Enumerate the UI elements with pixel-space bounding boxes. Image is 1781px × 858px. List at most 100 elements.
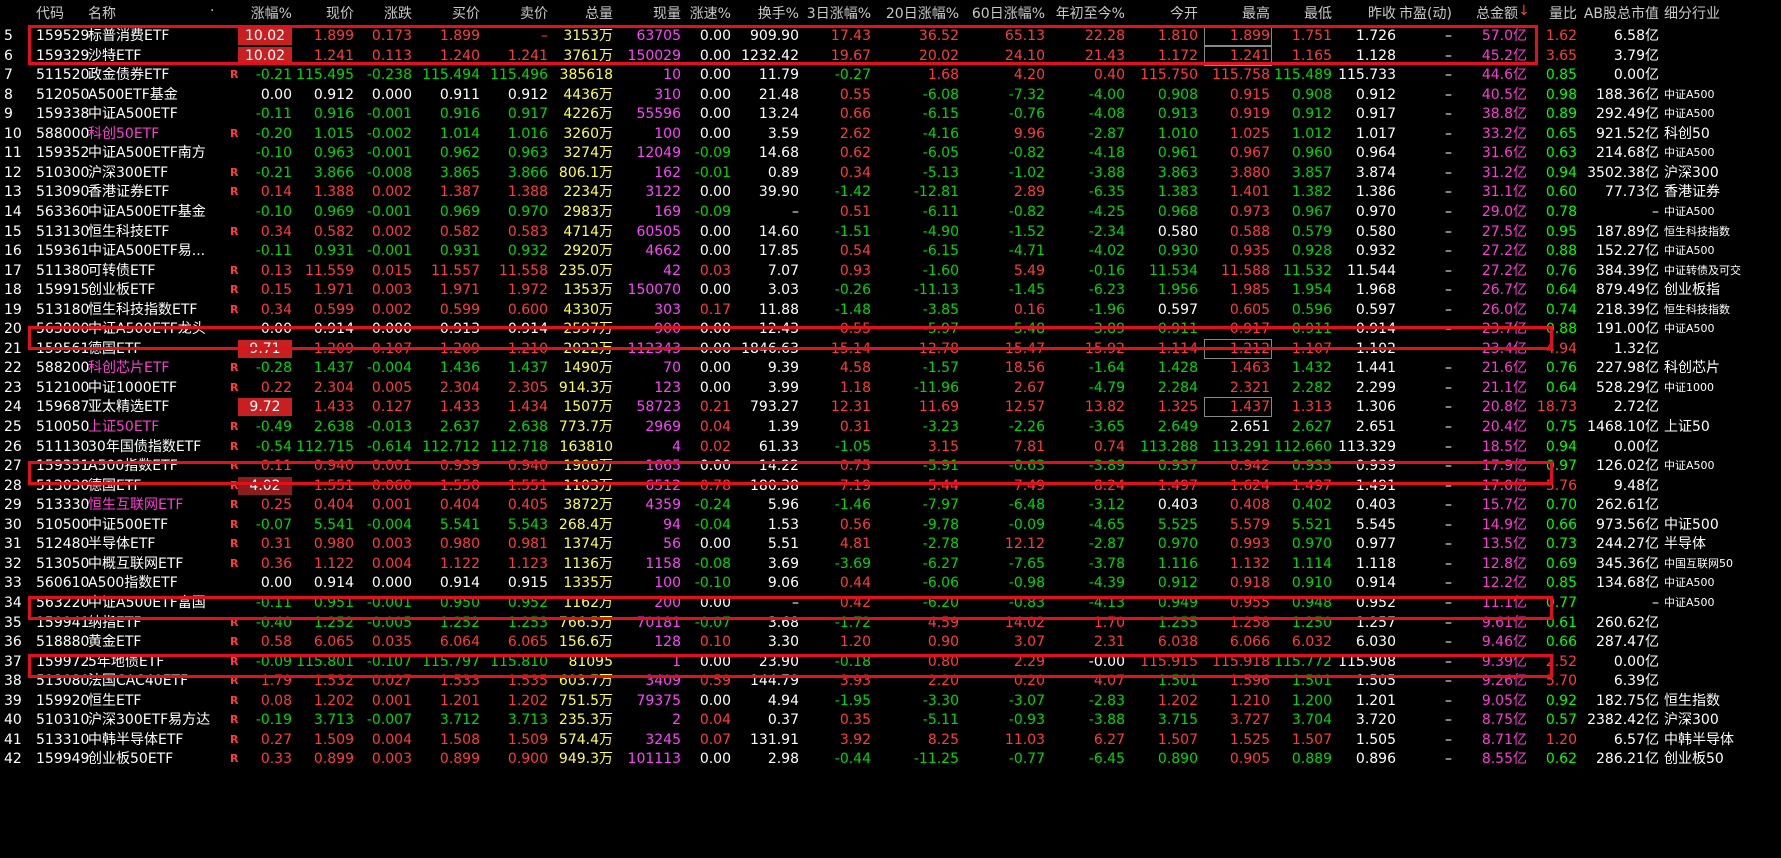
- col-header-1[interactable]: 名称: [88, 3, 148, 23]
- cell-name[interactable]: 中证500ETF: [88, 516, 228, 534]
- cell-name[interactable]: A500指数ETF: [88, 574, 228, 592]
- cell-code[interactable]: 563360: [36, 203, 89, 221]
- cell-name[interactable]: 中韩半导体ETF: [88, 731, 228, 749]
- cell-name[interactable]: 中证A500ETF: [88, 105, 228, 123]
- col-header-0[interactable]: 代码: [36, 3, 86, 23]
- col-header-17[interactable]: 最高: [1198, 3, 1270, 23]
- cell-code[interactable]: 563220: [36, 594, 89, 612]
- cell-code[interactable]: 159920: [36, 692, 89, 710]
- cell-name[interactable]: A500指数ETF: [88, 457, 228, 475]
- cell-name[interactable]: 沙特ETF: [88, 47, 228, 65]
- cell-code[interactable]: 159352: [36, 144, 89, 162]
- cell-name[interactable]: 上证50ETF: [88, 418, 228, 436]
- cell-code[interactable]: 513180: [36, 301, 89, 319]
- cell-name[interactable]: 5年地债ETF: [88, 653, 228, 671]
- cell-code[interactable]: 159361: [36, 242, 89, 260]
- col-header-6[interactable]: 买价: [412, 3, 480, 23]
- cell-code[interactable]: 511520: [36, 66, 89, 84]
- cell-code[interactable]: 159351: [36, 457, 89, 475]
- cell-code[interactable]: 513050: [36, 555, 89, 573]
- cell-name[interactable]: 可转债ETF: [88, 262, 228, 280]
- col-header-11[interactable]: 换手%: [731, 3, 799, 23]
- cell-code[interactable]: 159972: [36, 653, 89, 671]
- cell-name[interactable]: 半导体ETF: [88, 535, 228, 553]
- col-header-13[interactable]: 20日涨幅%: [871, 3, 959, 23]
- cell-code[interactable]: 513130: [36, 223, 89, 241]
- cell-code[interactable]: 510300: [36, 164, 89, 182]
- col-header-12[interactable]: 3日涨幅%: [799, 3, 871, 23]
- cell-name[interactable]: 恒生互联网ETF: [88, 496, 228, 514]
- cell-code[interactable]: 159338: [36, 105, 89, 123]
- cell-code[interactable]: 511380: [36, 262, 89, 280]
- cell-name[interactable]: 德国ETF: [88, 477, 228, 495]
- col-header-14[interactable]: 60日涨幅%: [959, 3, 1045, 23]
- cell-code[interactable]: 513090: [36, 183, 89, 201]
- table-row[interactable]: 42 159949 创业板50ETF R 0.33 0.899 0.003 0.899 0.90…: [0, 748, 1781, 770]
- cell-code[interactable]: 511130: [36, 438, 89, 456]
- cell-name[interactable]: 黄金ETF: [88, 633, 228, 651]
- cell-code[interactable]: 510500: [36, 516, 89, 534]
- cell-name[interactable]: 政金债券ETF: [88, 66, 228, 84]
- col-header-3[interactable]: 涨幅%: [238, 3, 292, 23]
- col-header-8[interactable]: 总量: [548, 3, 613, 23]
- cell-code[interactable]: 563800: [36, 320, 89, 338]
- cell-code[interactable]: 159941: [36, 614, 89, 632]
- col-header-10[interactable]: 涨速%: [681, 3, 731, 23]
- col-header-25[interactable]: 细分行业: [1664, 3, 1779, 23]
- cell-name[interactable]: 中证A500ETF龙头: [88, 320, 228, 338]
- cell-code[interactable]: 518880: [36, 633, 89, 651]
- cell-name[interactable]: 恒生ETF: [88, 692, 228, 710]
- cell-name[interactable]: 恒生科技ETF: [88, 223, 228, 241]
- cell-name[interactable]: 香港证券ETF: [88, 183, 228, 201]
- cell-name[interactable]: 德国ETF: [88, 340, 228, 358]
- cell-name[interactable]: 科创芯片ETF: [88, 359, 228, 377]
- cell-code[interactable]: 159687: [36, 398, 89, 416]
- col-header-9[interactable]: 现量: [613, 3, 681, 23]
- cell-code[interactable]: 159915: [36, 281, 89, 299]
- cell-name[interactable]: 中证A500ETF基金: [88, 203, 228, 221]
- cell-name[interactable]: 中证A500ETF易...: [88, 242, 228, 260]
- col-header-4[interactable]: 现价: [292, 3, 354, 23]
- col-header-7[interactable]: 卖价: [480, 3, 548, 23]
- cell-name[interactable]: A500ETF基金: [88, 86, 228, 104]
- cell-code[interactable]: 588200: [36, 359, 89, 377]
- cell-code[interactable]: 513310: [36, 731, 89, 749]
- cell-code[interactable]: 159329: [36, 47, 89, 65]
- cell-name[interactable]: 中证A500ETF南方: [88, 144, 228, 162]
- cell-name[interactable]: 亚太精选ETF: [88, 398, 228, 416]
- cell-name[interactable]: 沪深300ETF: [88, 164, 228, 182]
- cell-code[interactable]: 512050: [36, 86, 89, 104]
- cell-code[interactable]: 512100: [36, 379, 89, 397]
- cell-name[interactable]: 中证A500ETF富国: [88, 594, 228, 612]
- col-header-23[interactable]: 量比: [1527, 3, 1577, 23]
- cell-code[interactable]: 510050: [36, 418, 89, 436]
- col-header-16[interactable]: 今开: [1125, 3, 1198, 23]
- cell-code[interactable]: 513030: [36, 477, 89, 495]
- cell-code[interactable]: 513080: [36, 672, 89, 690]
- col-header-2[interactable]: ·: [210, 3, 220, 19]
- cell-code[interactable]: 513330: [36, 496, 89, 514]
- cell-name[interactable]: 标普消费ETF: [88, 27, 228, 45]
- cell-name[interactable]: 中概互联网ETF: [88, 555, 228, 573]
- col-header-19[interactable]: 昨收: [1332, 3, 1396, 23]
- cell-name[interactable]: 科创50ETF: [88, 125, 228, 143]
- cell-code[interactable]: 159949: [36, 750, 89, 768]
- cell-code[interactable]: 512480: [36, 535, 89, 553]
- cell-name[interactable]: 沪深300ETF易方达: [88, 711, 228, 729]
- cell-code[interactable]: 510310: [36, 711, 89, 729]
- col-header-20[interactable]: 市盈(动): [1396, 3, 1452, 23]
- cell-name[interactable]: 30年国债指数ETF: [88, 438, 228, 456]
- cell-name[interactable]: 法国CAC40ETF: [88, 672, 228, 690]
- col-header-18[interactable]: 最低: [1270, 3, 1332, 23]
- cell-name[interactable]: 恒生科技指数ETF: [88, 301, 228, 319]
- col-header-21[interactable]: 总金额: [1452, 3, 1518, 23]
- cell-name[interactable]: 创业板ETF: [88, 281, 228, 299]
- cell-code[interactable]: 560610: [36, 574, 89, 592]
- cell-code[interactable]: 159529: [36, 27, 89, 45]
- cell-code[interactable]: 159561: [36, 340, 89, 358]
- cell-code[interactable]: 588000: [36, 125, 89, 143]
- col-header-15[interactable]: 年初至今%: [1045, 3, 1125, 23]
- cell-name[interactable]: 中证1000ETF: [88, 379, 228, 397]
- cell-name[interactable]: 纳指ETF: [88, 614, 228, 632]
- col-header-24[interactable]: AB股总市值: [1577, 3, 1659, 23]
